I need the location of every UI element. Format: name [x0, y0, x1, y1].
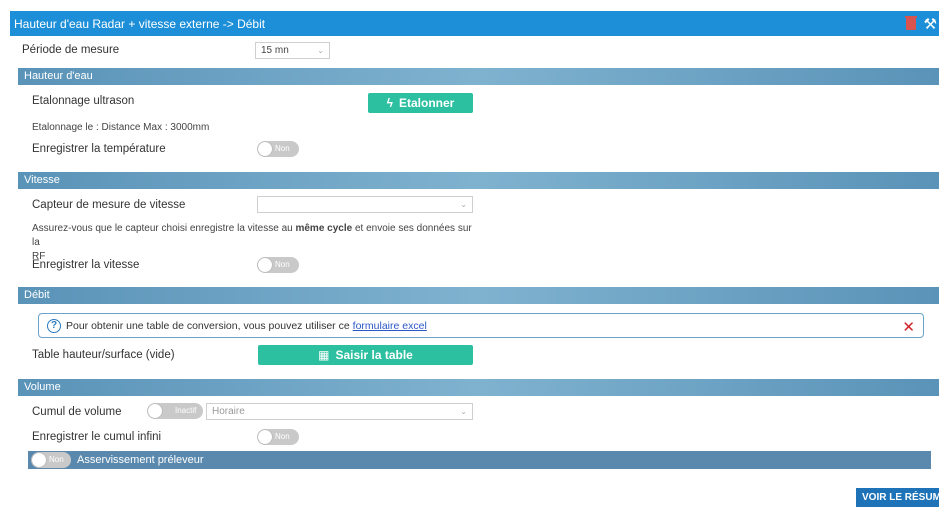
window-title: Hauteur d'eau Radar + vitesse externe ->…: [14, 16, 266, 31]
asservissement-label: Asservissement préleveur: [77, 454, 204, 466]
close-icon[interactable]: ✕: [902, 318, 915, 336]
chevron-down-icon: ⌄: [460, 407, 467, 416]
etalonnage-info: Etalonnage le : Distance Max : 3000mm: [32, 122, 210, 133]
question-circle-icon: ?: [47, 318, 61, 333]
toggle-knob: [32, 453, 46, 467]
vitesse-note: Assurez-vous que le capteur choisi enreg…: [32, 222, 482, 264]
etalonnage-label: Etalonnage ultrason: [32, 95, 135, 107]
periode-select[interactable]: 15 mn ⌄: [255, 42, 330, 59]
window-title-bar: Hauteur d'eau Radar + vitesse externe ->…: [10, 11, 939, 36]
saisir-table-button[interactable]: ▦ Saisir la table: [258, 345, 473, 365]
periode-label: Période de mesure: [22, 44, 120, 56]
toggle-text: Non: [275, 260, 290, 269]
enregistrer-vitesse-label: Enregistrer la vitesse: [32, 259, 140, 271]
trash-icon[interactable]: [904, 15, 917, 30]
temperature-label: Enregistrer la température: [32, 143, 166, 155]
formulaire-excel-link[interactable]: formulaire excel: [353, 320, 427, 332]
cumul-select[interactable]: Horaire ⌄: [206, 403, 473, 420]
toggle-text: Non: [275, 432, 290, 441]
toggle-knob: [258, 430, 272, 444]
section-hauteur: Hauteur d'eau: [18, 68, 939, 85]
toggle-knob: [148, 404, 162, 418]
etalonner-label: Etalonner: [399, 96, 455, 110]
capteur-select[interactable]: ⌄: [257, 196, 473, 213]
table-label: Table hauteur/surface (vide): [32, 349, 175, 361]
periode-value: 15 mn: [261, 45, 289, 56]
asservissement-toggle[interactable]: Non: [31, 452, 71, 468]
toggle-knob: [258, 142, 272, 156]
chevron-down-icon: ⌄: [460, 200, 467, 209]
note-bold: même cycle: [295, 223, 353, 234]
wrench-icon[interactable]: ⚒: [924, 15, 937, 33]
info-box: ? Pour obtenir une table de conversion, …: [38, 313, 924, 338]
saisir-label: Saisir la table: [335, 348, 413, 362]
toggle-knob: [258, 258, 272, 272]
toggle-text: Non: [275, 144, 290, 153]
toggle-text: Inactif: [175, 406, 197, 415]
capteur-label: Capteur de mesure de vitesse: [32, 199, 186, 211]
section-debit: Débit: [18, 287, 939, 304]
etalonner-button[interactable]: ϟ Etalonner: [368, 93, 473, 113]
voir-resume-button[interactable]: VOIR LE RÉSUMÉ: [856, 488, 939, 507]
bolt-icon: ϟ: [386, 96, 393, 110]
asservissement-bar: Non Asservissement préleveur: [28, 451, 931, 469]
temperature-toggle[interactable]: Non: [257, 141, 299, 157]
toggle-text: Non: [49, 455, 64, 464]
vitesse-toggle[interactable]: Non: [257, 257, 299, 273]
section-vitesse: Vitesse: [18, 172, 939, 189]
chevron-down-icon: ⌄: [317, 46, 324, 55]
cumul-toggle[interactable]: Inactif: [147, 403, 203, 419]
infini-toggle[interactable]: Non: [257, 429, 299, 445]
infini-label: Enregistrer le cumul infini: [32, 431, 162, 443]
cumul-select-value: Horaire: [212, 406, 245, 417]
info-text: Pour obtenir une table de conversion, vo…: [66, 319, 350, 332]
section-volume: Volume: [18, 379, 939, 396]
note-text: Assurez-vous que le capteur choisi enreg…: [32, 223, 296, 234]
grid-icon: ▦: [318, 348, 330, 362]
cumul-label: Cumul de volume: [32, 406, 122, 418]
